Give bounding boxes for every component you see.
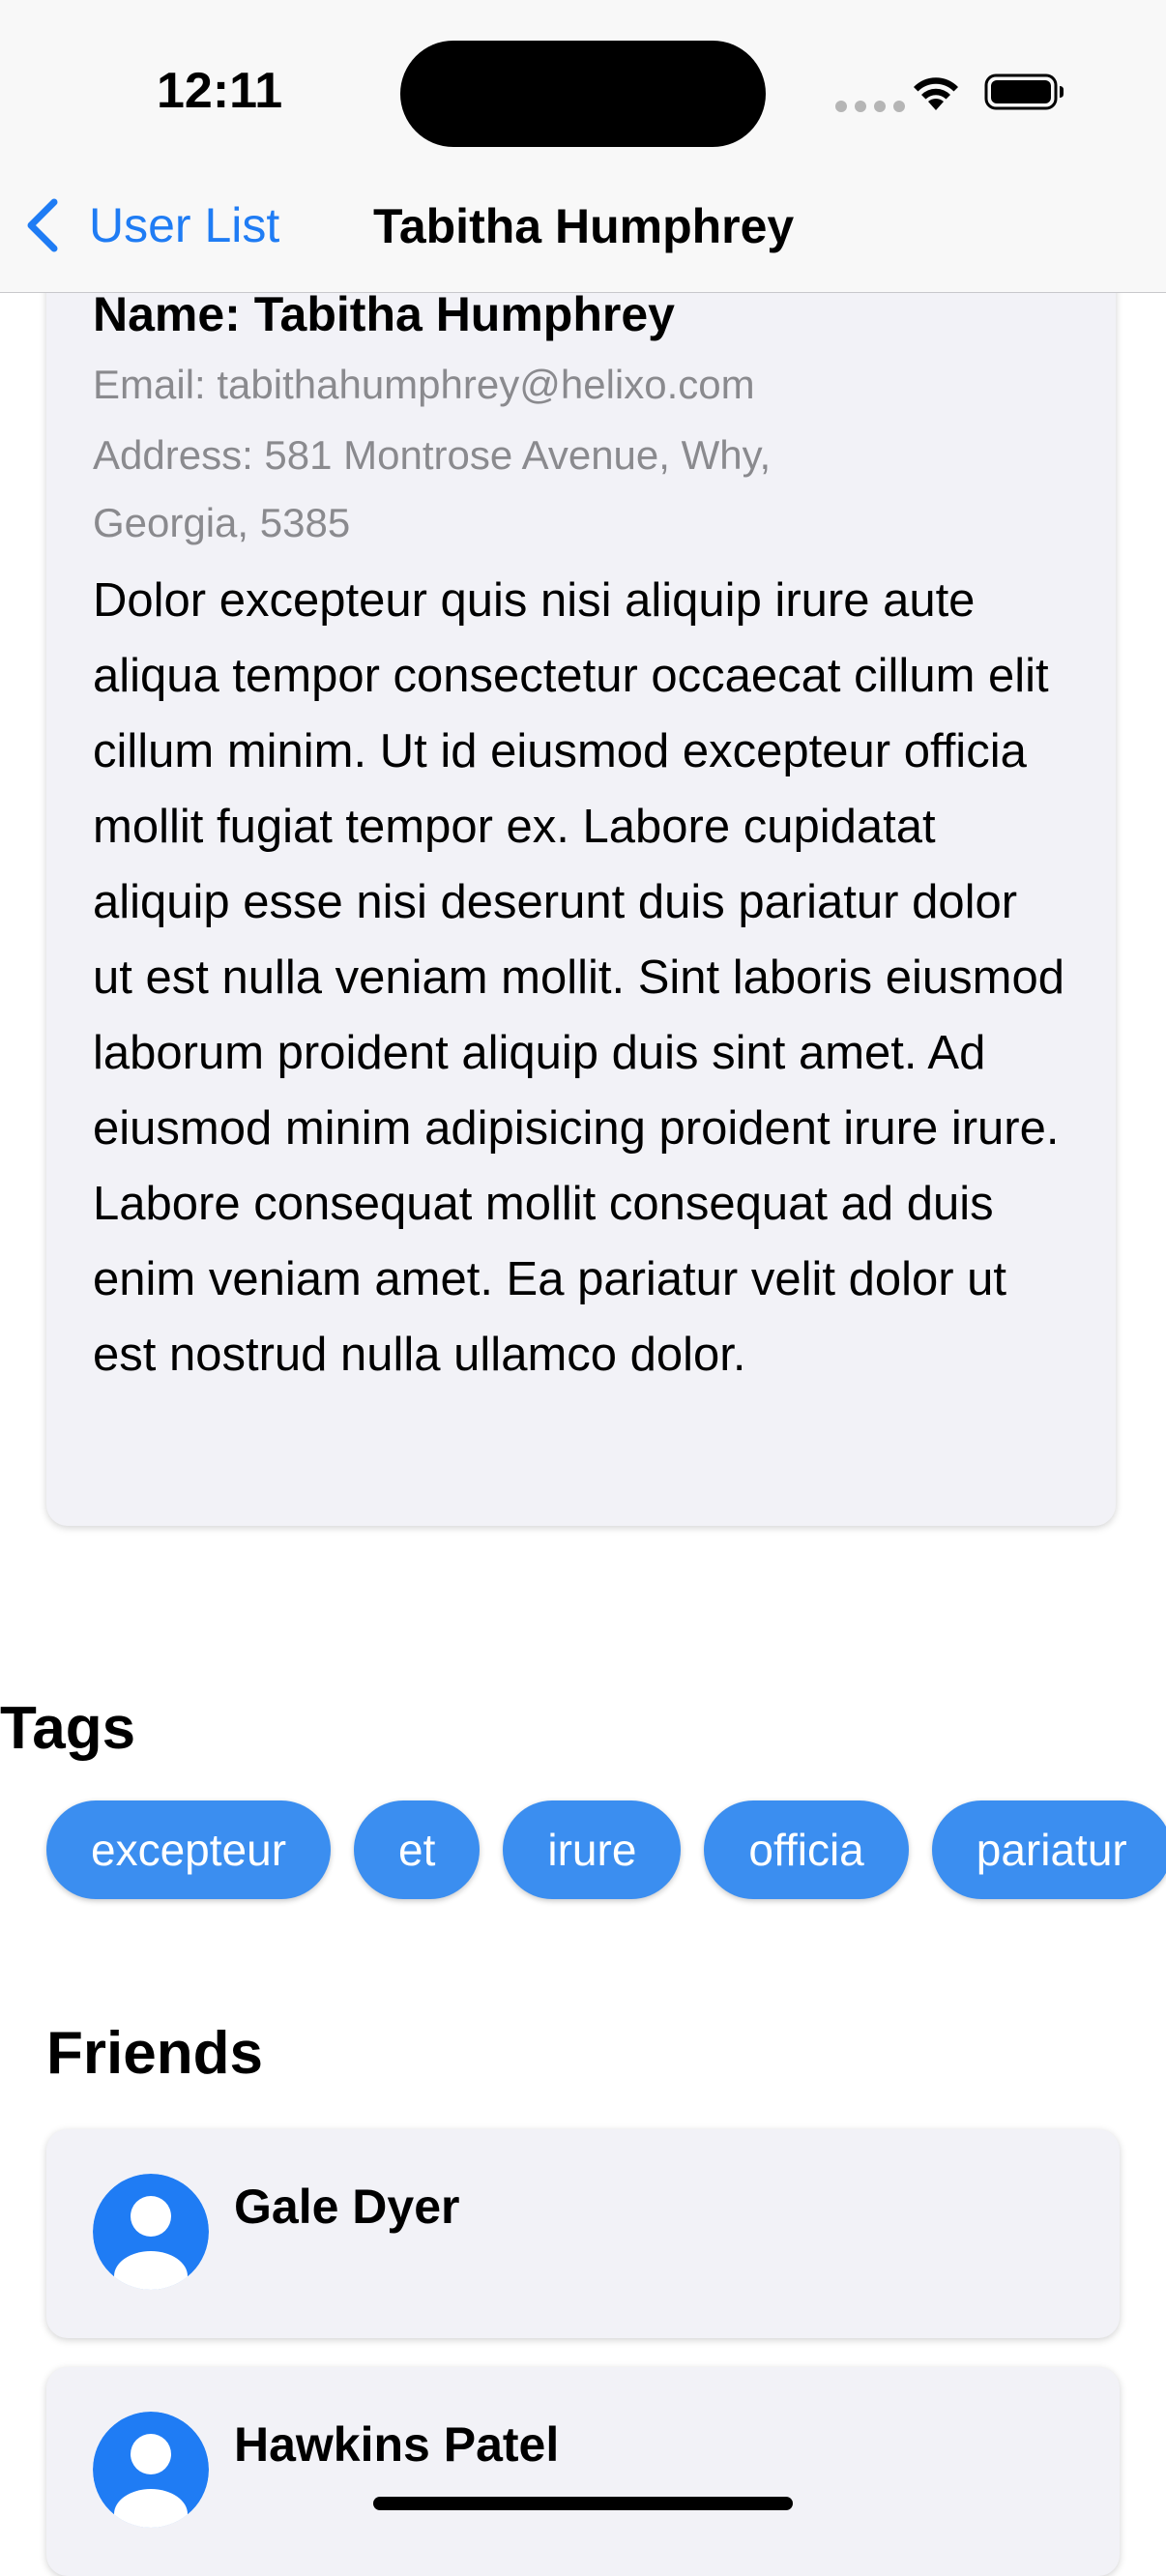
tags-list[interactable]: excepteur et irure officia pariatur [46,1800,1166,1899]
profile-card: Name: Tabitha Humphrey Email: tabithahum… [46,222,1116,1526]
friend-name: Gale Dyer [234,2180,460,2234]
profile-about: Dolor excepteur quis nisi aliquip irure … [93,574,1064,1381]
navigation-bar: 12:11 User List Tabitha Humphrey [0,0,1166,293]
person-circle-icon [93,2174,209,2290]
back-button[interactable]: User List [23,191,279,259]
home-indicator[interactable] [373,2497,793,2510]
friend-name: Hawkins Patel [234,2417,560,2472]
chevron-left-icon [27,198,58,252]
user-detail-scroll[interactable]: Name: Tabitha Humphrey Email: tabithahum… [0,0,1166,2576]
profile-name: Name: Tabitha Humphrey [93,287,675,341]
dynamic-island [400,41,766,147]
friend-card[interactable]: Hawkins Patel [46,2367,1120,2576]
profile-address: Address: 581 Montrose Avenue, Why, Georg… [93,432,772,545]
page-title: Tabitha Humphrey [373,199,795,253]
tags-heading: Tags [0,1695,136,1762]
tag-chip[interactable]: officia [704,1800,909,1899]
profile-email: Email: tabithahumphrey@helixo.com [93,362,755,407]
status-time: 12:11 [157,63,283,119]
person-circle-icon [93,2412,209,2528]
friends-heading: Friends [46,2020,263,2087]
battery-icon [984,73,1064,110]
friend-card[interactable]: Gale Dyer [46,2129,1120,2338]
wifi-icon [914,77,958,110]
tag-chip[interactable]: et [354,1800,481,1899]
tag-chip[interactable]: excepteur [46,1800,332,1899]
tag-chip[interactable]: pariatur [931,1800,1166,1899]
cellular-signal-icon [835,101,905,112]
tag-chip[interactable]: irure [503,1800,682,1899]
back-button-label: User List [89,198,280,252]
